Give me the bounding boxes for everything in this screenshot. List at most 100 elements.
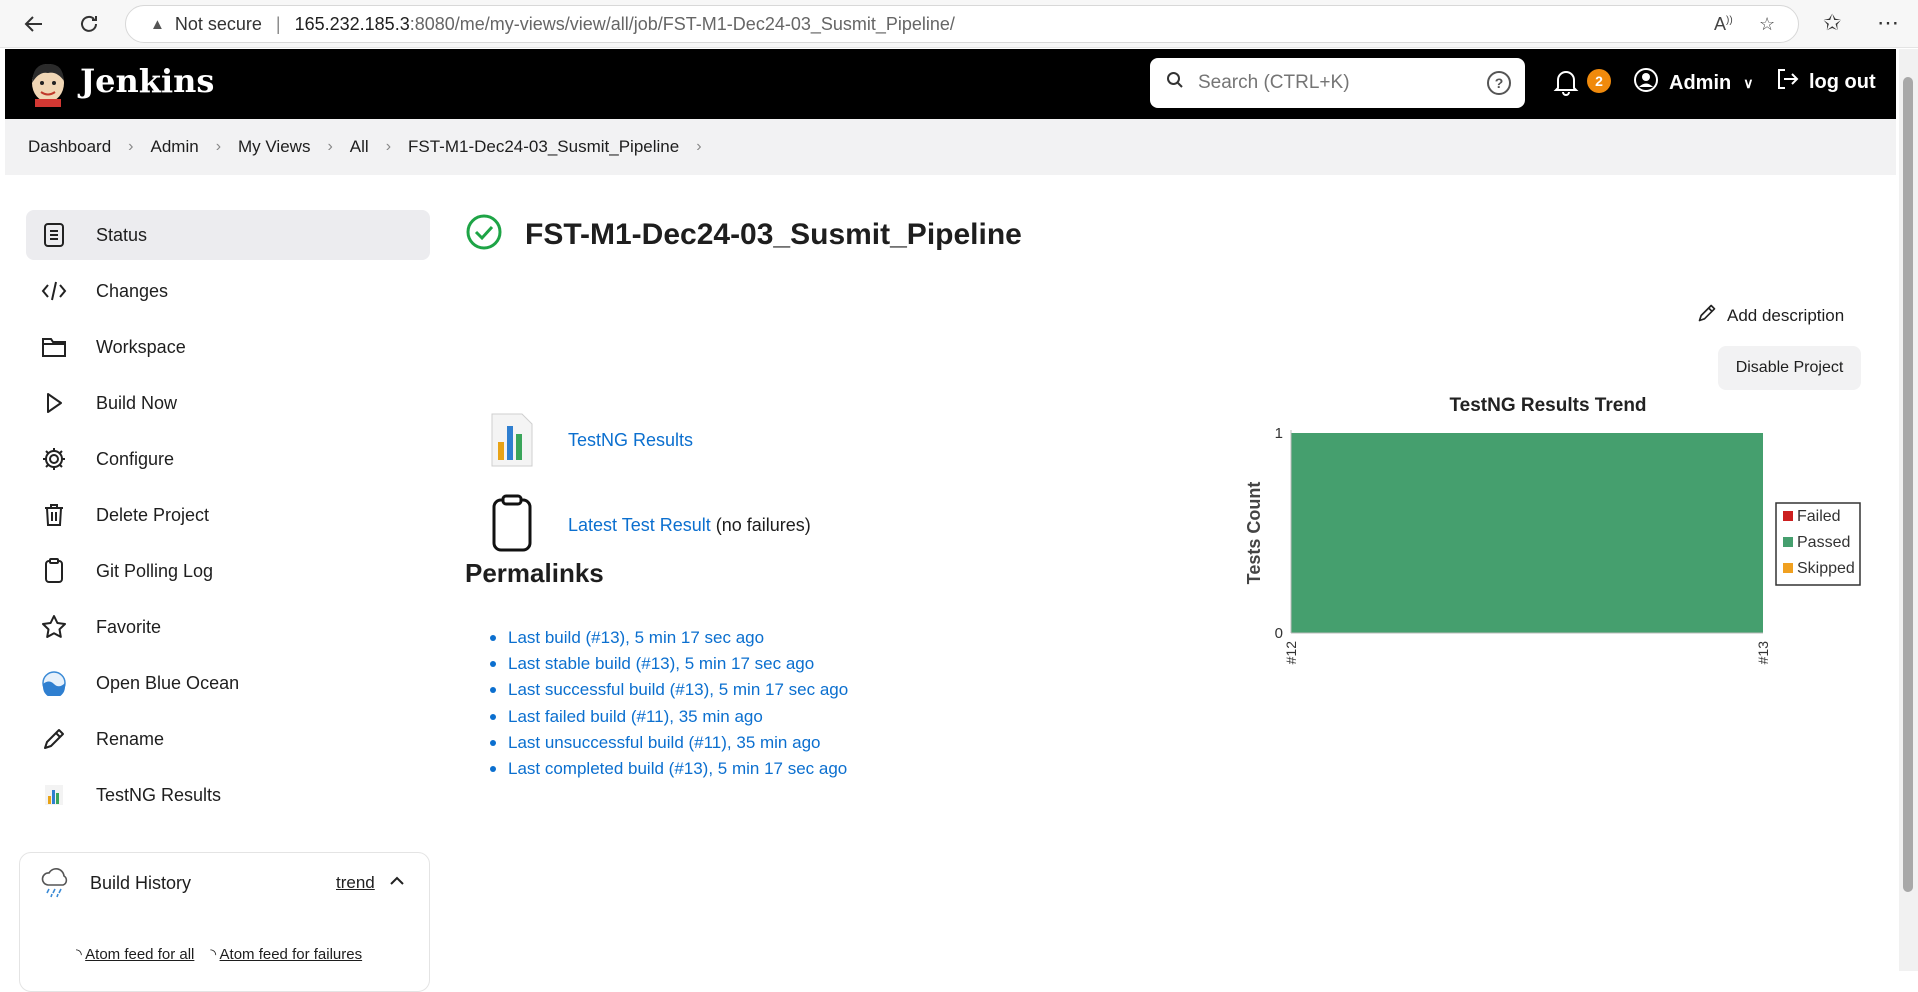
permalink-item[interactable]: Last stable build (#13), 5 min 17 sec ag… xyxy=(490,651,848,677)
rss-icon: ◝ xyxy=(210,946,220,963)
scrollbar[interactable] xyxy=(1899,49,1918,971)
sidebar-item-delete-project[interactable]: Delete Project xyxy=(26,490,430,540)
sidebar: Status Changes Workspace Build Now Confi… xyxy=(26,210,430,826)
permalink-item[interactable]: Last successful build (#13), 5 min 17 se… xyxy=(490,677,848,703)
address-bar[interactable]: ▲ Not secure | 165.232.185.3:8080/me/my-… xyxy=(125,5,1799,43)
read-aloud-icon[interactable]: A)) xyxy=(1714,14,1733,35)
sidebar-item-workspace[interactable]: Workspace xyxy=(26,322,430,372)
testng-results-link[interactable]: TestNG Results xyxy=(568,430,693,451)
permalink-item[interactable]: Last unsuccessful build (#11), 35 min ag… xyxy=(490,730,848,756)
sidebar-item-label: Configure xyxy=(96,448,175,469)
testng-results-row: TestNG Results xyxy=(490,412,693,468)
permalink-item[interactable]: Last completed build (#13), 5 min 17 sec… xyxy=(490,756,848,782)
y-axis-label: Tests Count xyxy=(1244,482,1264,585)
add-description-button[interactable]: Add description xyxy=(1697,303,1844,328)
legend-label: Skipped xyxy=(1797,560,1855,577)
sidebar-item-open-blue-ocean[interactable]: Open Blue Ocean xyxy=(26,658,430,708)
back-arrow-icon[interactable] xyxy=(20,10,48,38)
blue-ocean-icon xyxy=(40,669,68,697)
status-icon xyxy=(40,221,68,249)
add-description-label: Add description xyxy=(1727,305,1845,325)
permalink-item[interactable]: Last failed build (#11), 35 min ago xyxy=(490,704,848,730)
legend-label: Passed xyxy=(1797,534,1850,551)
series-area-passed xyxy=(1291,433,1763,633)
notification-badge: 2 xyxy=(1587,69,1611,93)
jenkins-logo-icon[interactable] xyxy=(29,61,67,107)
user-name: Admin xyxy=(1669,71,1732,94)
breadcrumb-job[interactable]: FST-M1-Dec24-03_Susmit_Pipeline xyxy=(408,137,679,157)
chevron-up-icon[interactable] xyxy=(389,873,405,894)
favorites-icon[interactable]: ✩ xyxy=(1823,10,1841,36)
sidebar-item-label: TestNG Results xyxy=(96,784,222,805)
sidebar-item-rename[interactable]: Rename xyxy=(26,714,430,764)
trash-icon xyxy=(40,501,68,529)
folder-icon xyxy=(40,333,68,361)
user-avatar-icon xyxy=(1633,67,1659,99)
sidebar-item-changes[interactable]: Changes xyxy=(26,266,430,316)
cloud-rain-icon xyxy=(40,867,70,904)
clipboard-icon xyxy=(40,557,68,585)
help-icon[interactable]: ? xyxy=(1487,71,1511,95)
play-icon xyxy=(40,389,68,417)
pencil-icon xyxy=(1697,303,1717,328)
browser-toolbar: ▲ Not secure | 165.232.185.3:8080/me/my-… xyxy=(0,0,1918,48)
disable-project-button[interactable]: Disable Project xyxy=(1718,346,1861,390)
sidebar-item-label: Favorite xyxy=(96,616,162,637)
sidebar-item-label: Open Blue Ocean xyxy=(96,672,240,693)
jenkins-header: Jenkins ? 2 Admin ∨ log out xyxy=(5,49,1896,119)
url-path: :8080/me/my-views/view/all/job/FST-M1-De… xyxy=(409,13,955,34)
url-separator: | xyxy=(275,13,281,34)
more-menu-icon[interactable]: ⋯ xyxy=(1877,10,1899,36)
warning-icon: ▲ xyxy=(150,15,165,33)
bell-icon[interactable] xyxy=(1553,68,1579,101)
trend-link[interactable]: trend xyxy=(336,873,375,893)
user-menu[interactable]: Admin ∨ xyxy=(1633,67,1753,99)
breadcrumb-my-views[interactable]: My Views xyxy=(238,137,310,157)
chevron-right-icon: › xyxy=(327,138,333,155)
legend-label: Failed xyxy=(1797,508,1841,525)
breadcrumb-admin[interactable]: Admin xyxy=(151,137,199,157)
clipboard-icon xyxy=(490,494,538,557)
jenkins-brand[interactable]: Jenkins xyxy=(80,62,214,100)
sidebar-item-favorite[interactable]: Favorite xyxy=(26,602,430,652)
logout-link[interactable]: log out xyxy=(1775,67,1876,97)
sidebar-item-build-now[interactable]: Build Now xyxy=(26,378,430,428)
permalink-item[interactable]: Last build (#13), 5 min 17 sec ago xyxy=(490,625,848,651)
latest-test-result-link[interactable]: Latest Test Result xyxy=(568,515,711,536)
code-icon xyxy=(40,277,68,305)
rss-icon: ◝ xyxy=(76,946,86,963)
permalinks-heading: Permalinks xyxy=(465,558,604,588)
search-icon xyxy=(1166,71,1184,95)
star-icon xyxy=(40,613,68,641)
chevron-right-icon[interactable]: › xyxy=(696,138,701,156)
y-tick-label: 0 xyxy=(1275,625,1283,642)
favorite-star-icon[interactable]: ☆ xyxy=(1759,14,1775,35)
search-input[interactable] xyxy=(1198,72,1468,94)
sidebar-item-configure[interactable]: Configure xyxy=(26,434,430,484)
x-tick-label: #13 xyxy=(1755,641,1771,665)
chevron-right-icon: › xyxy=(128,138,134,155)
reload-icon[interactable] xyxy=(75,10,103,38)
sidebar-item-status[interactable]: Status xyxy=(26,210,430,260)
legend-swatch xyxy=(1783,563,1793,573)
sidebar-item-label: Delete Project xyxy=(96,504,210,525)
search-box[interactable]: ? xyxy=(1150,58,1525,108)
breadcrumb: Dashboard › Admin › My Views › All › FST… xyxy=(5,119,1896,175)
sidebar-item-label: Build Now xyxy=(96,392,178,413)
breadcrumb-dashboard[interactable]: Dashboard xyxy=(28,137,111,157)
atom-feed-all-link[interactable]: ◝ Atom feed for all xyxy=(76,945,194,963)
atom-feeds: ◝ Atom feed for all ◝ Atom feed for fail… xyxy=(76,945,362,963)
scrollbar-thumb[interactable] xyxy=(1903,77,1913,892)
trend-chart-svg: TestNG Results Trend Tests Count 0 1 #12 #13 F… xyxy=(1244,395,1861,665)
x-tick-label: #12 xyxy=(1283,641,1299,665)
latest-test-result-row: Latest Test Result (no failures) xyxy=(490,494,811,557)
sidebar-item-git-polling-log[interactable]: Git Polling Log xyxy=(26,546,430,596)
gear-icon xyxy=(40,445,68,473)
sidebar-item-testng-results[interactable]: TestNG Results xyxy=(26,770,430,820)
chart-title: TestNG Results Trend xyxy=(1449,395,1646,416)
pencil-icon xyxy=(40,725,68,753)
atom-feed-failures-link[interactable]: ◝ Atom feed for failures xyxy=(210,945,362,963)
breadcrumb-all[interactable]: All xyxy=(350,137,369,157)
success-check-icon xyxy=(465,213,503,256)
testng-trend-chart[interactable]: TestNG Results Trend Tests Count 0 1 #12 #13 F… xyxy=(1235,388,1875,693)
